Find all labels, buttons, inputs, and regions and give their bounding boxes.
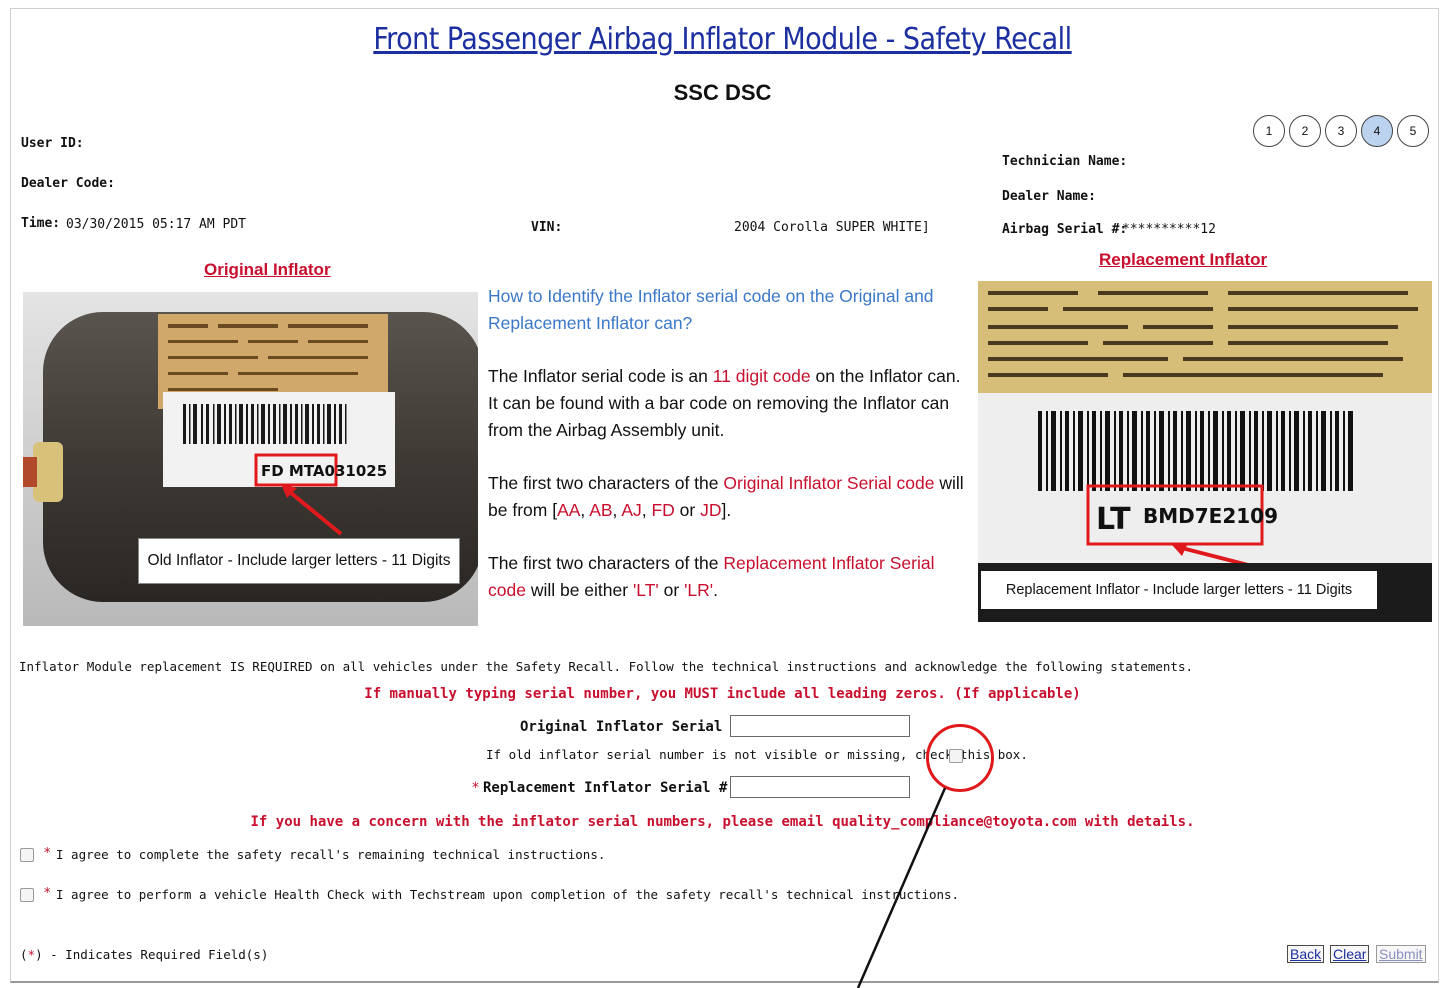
back-button[interactable]: Back — [1287, 945, 1325, 963]
code: 'LT' — [632, 580, 659, 600]
code: AB — [589, 500, 613, 520]
required-asterisk: * — [44, 846, 51, 861]
code: FD — [651, 500, 675, 520]
vin-label: VIN: — [531, 220, 563, 235]
step-3[interactable]: 3 — [1325, 115, 1357, 147]
technician-name-label: Technician Name: — [1002, 154, 1128, 169]
code: 'LR' — [684, 580, 714, 600]
step-2[interactable]: 2 — [1289, 115, 1321, 147]
replacement-code-prefix: LT — [1096, 502, 1131, 537]
original-serial-input[interactable] — [730, 715, 910, 737]
original-serial-label: Original Inflator Serial #: — [520, 719, 748, 735]
info-panel: How to Identify the Inflator serial code… — [488, 283, 970, 630]
agree-instructions-checkbox[interactable] — [20, 848, 34, 862]
dealer-name-label: Dealer Name: — [1002, 189, 1096, 204]
code: AJ — [621, 500, 642, 520]
concern-message: If you have a concern with the inflator … — [250, 814, 1195, 830]
step-indicator: 1 2 3 4 5 — [1253, 115, 1429, 147]
vehicle-value: 2004 Corolla SUPER WHITE] — [734, 220, 930, 235]
step-4-current[interactable]: 4 — [1361, 115, 1393, 147]
text: or — [674, 500, 701, 520]
agree-health-check-label: I agree to perform a vehicle Health Chec… — [56, 887, 960, 902]
text: will be either — [525, 580, 633, 600]
original-code-text: FD MTA031025 — [261, 462, 387, 480]
highlight: Original Inflator Serial code — [723, 473, 935, 493]
leading-zeros-warning: If manually typing serial number, you MU… — [364, 686, 1081, 702]
original-caption: Old Inflator - Include larger letters - … — [138, 538, 460, 584]
time-label: Time: — [21, 216, 61, 231]
dealer-code-label: Dealer Code: — [21, 176, 115, 191]
replacement-caption: Replacement Inflator - Include larger le… — [981, 571, 1377, 609]
required-asterisk: * — [44, 886, 51, 901]
requirement-text: Inflator Module replacement IS REQUIRED … — [19, 659, 1193, 674]
page-subtitle: SSC DSC — [673, 80, 772, 105]
clear-button[interactable]: Clear — [1330, 945, 1370, 963]
text: The Inflator serial code is an — [488, 366, 713, 386]
airbag-serial-label: Airbag Serial #: — [1002, 222, 1128, 237]
original-inflator-heading: Original Inflator — [204, 260, 331, 279]
replacement-serial-label: Replacement Inflator Serial #: — [483, 780, 736, 796]
time-value: 03/30/2015 05:17 AM PDT — [66, 217, 247, 232]
info-paragraph-3: The first two characters of the Replacem… — [488, 550, 970, 604]
page-title: Front Passenger Airbag Inflator Module -… — [373, 22, 1072, 57]
airbag-serial-value: **********12 — [1122, 222, 1216, 237]
text: ) - Indicates Required Field(s) — [35, 947, 269, 962]
highlight: 11 digit code — [712, 366, 811, 386]
text: The first two characters of the — [488, 473, 724, 493]
required-field-note: (*) - Indicates Required Field(s) — [20, 947, 268, 962]
replacement-code-text: BMD7E2109 — [1143, 504, 1278, 528]
agree-health-check-checkbox[interactable] — [20, 888, 34, 902]
code: JD — [700, 500, 722, 520]
info-question: How to Identify the Inflator serial code… — [488, 286, 934, 333]
step-5[interactable]: 5 — [1397, 115, 1429, 147]
text: . — [713, 580, 718, 600]
annotation-pointer-line — [856, 787, 947, 988]
text: The first two characters of the — [488, 553, 724, 573]
info-paragraph-1: The Inflator serial code is an 11 digit … — [488, 363, 970, 444]
text: or — [658, 580, 685, 600]
required-asterisk: * — [27, 947, 36, 962]
text: ( — [20, 947, 28, 962]
replacement-inflator-photo: LT BMD7E2109 Replacement Inflator - Incl… — [978, 281, 1432, 622]
agree-instructions-label: I agree to complete the safety recall's … — [56, 847, 606, 862]
original-inflator-photo: FD MTA031025 Old Inflator - Include larg… — [23, 292, 478, 626]
replacement-inflator-heading: Replacement Inflator — [1099, 250, 1268, 269]
submit-button[interactable]: Submit — [1376, 945, 1426, 963]
code: AA — [557, 500, 581, 520]
text: ]. — [721, 500, 732, 520]
required-asterisk: * — [472, 780, 479, 796]
step-1[interactable]: 1 — [1253, 115, 1285, 147]
user-id-label: User ID: — [21, 136, 84, 151]
info-paragraph-2: The first two characters of the Original… — [488, 473, 964, 520]
